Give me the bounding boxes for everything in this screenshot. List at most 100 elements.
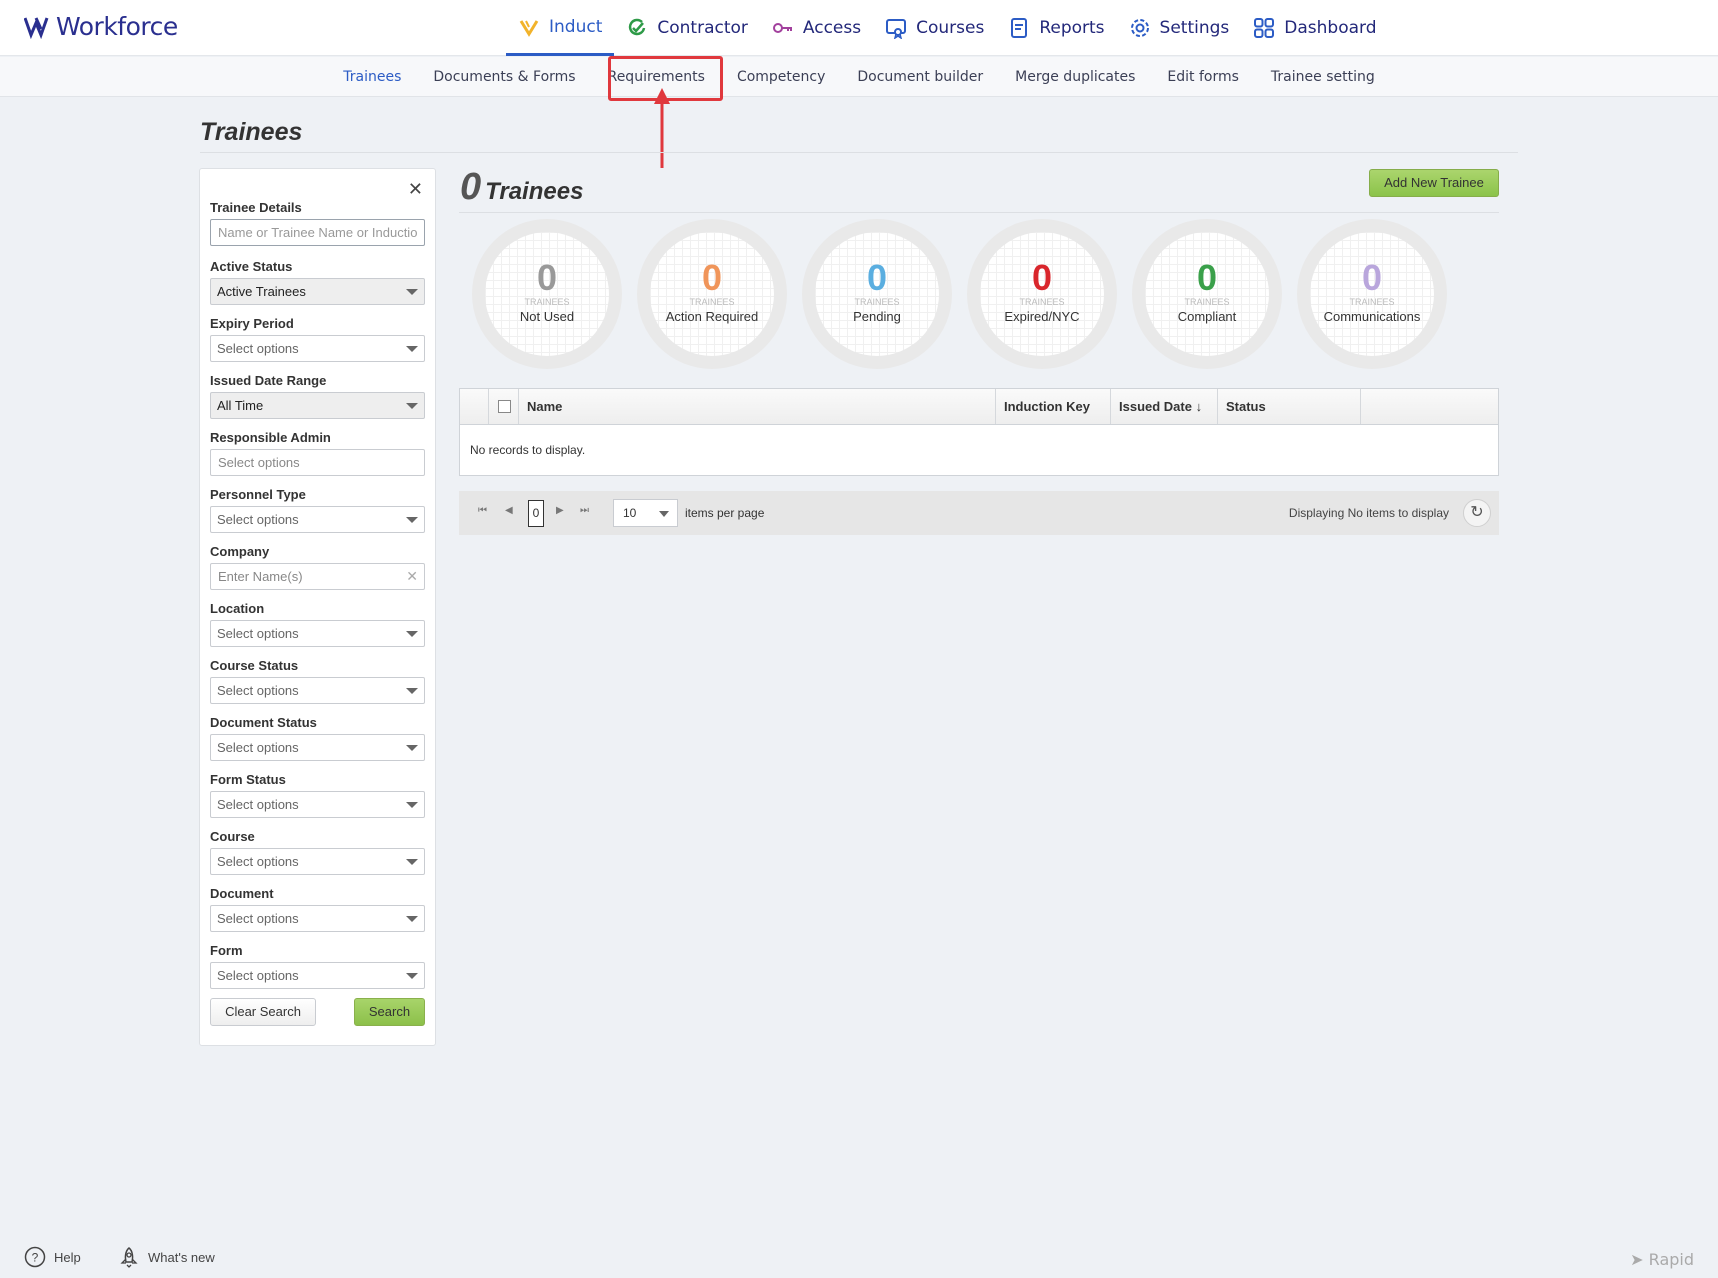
nav-label: Contractor [657,18,748,38]
subnav-document-builder[interactable]: Document builder [841,57,999,97]
personnel-type-select[interactable]: Select options [210,506,425,533]
last-page-icon[interactable]: ⏭ [580,505,589,516]
course-status-select[interactable]: Select options [210,677,425,704]
chevron-down-icon [406,916,418,922]
document-label: Document [210,886,274,901]
chevron-down-icon [406,688,418,694]
responsible-admin-placeholder: Select options [218,455,300,470]
current-page[interactable]: 0 [528,500,544,527]
stat-unit: TRAINEES [689,297,735,307]
display-info: Displaying No items to display [1288,506,1449,520]
chevron-down-icon [406,517,418,523]
help-link[interactable]: ? Help [24,1246,81,1268]
responsible-admin-field[interactable]: Select options [210,449,425,476]
trainee-count: 0 [460,166,482,208]
column-induction-key[interactable]: Induction Key [995,389,1110,424]
nav-dashboard[interactable]: Dashboard [1241,0,1388,56]
stat-value: 0 [1031,257,1053,298]
help-label: Help [54,1249,81,1265]
form-status-select[interactable]: Select options [210,791,425,818]
nav-label: Dashboard [1284,18,1377,38]
company-field[interactable]: Enter Name(s) ✕ [210,563,425,590]
stat-pending[interactable]: 0 TRAINEES Pending [802,219,952,369]
subnav-trainees[interactable]: Trainees [327,57,417,97]
reports-icon [1011,18,1028,38]
subnav-trainee-setting[interactable]: Trainee setting [1255,57,1391,97]
logo-text: Workforce [56,12,178,41]
next-page-icon[interactable]: ▶ [556,505,564,516]
dashboard-icon [1254,18,1275,38]
stat-value: 0 [701,257,723,298]
subnav-documents-forms[interactable]: Documents & Forms [417,57,591,97]
clear-icon[interactable]: ✕ [406,564,418,589]
search-button[interactable]: Search [354,998,425,1026]
rapid-brand-text: Rapid [1648,1250,1694,1269]
filter-panel: ✕ Trainee Details Active Status Active T… [199,168,436,1046]
items-per-page-label: items per page [685,506,765,520]
top-navigation-bar: Workforce Induct Contractor Access Cours… [0,0,1718,56]
clear-search-button[interactable]: Clear Search [210,998,316,1026]
column-status[interactable]: Status [1217,389,1360,424]
subnav-merge-duplicates[interactable]: Merge duplicates [999,57,1151,97]
trainee-details-field[interactable] [210,219,425,246]
page-size-select[interactable]: 10 [613,499,678,527]
column-name[interactable]: Name [518,389,955,424]
stat-caption: Communications [1323,309,1421,324]
whats-new-link[interactable]: What's new [118,1246,215,1268]
nav-settings[interactable]: Settings [1117,0,1242,56]
stat-value: 0 [866,257,888,298]
help-icon: ? [24,1246,46,1268]
document-select[interactable]: Select options [210,905,425,932]
nav-access[interactable]: Access [760,0,873,56]
close-icon[interactable]: ✕ [408,179,423,200]
trainee-count-label: Trainees [485,178,584,205]
chevron-down-icon [406,802,418,808]
active-status-select[interactable]: Active Trainees [210,278,425,305]
stat-unit: TRAINEES [1184,297,1230,307]
rapid-brand: ➤ Rapid [1630,1250,1694,1269]
personnel-type-label: Personnel Type [210,487,306,502]
stat-action-required[interactable]: 0 TRAINEES Action Required [637,219,787,369]
nav-induct[interactable]: Induct [506,0,615,56]
column-issued-date[interactable]: Issued Date ↓ [1110,389,1217,424]
responsible-admin-label: Responsible Admin [210,430,331,445]
workforce-logo[interactable]: Workforce [24,12,178,41]
select-all-checkbox[interactable] [498,400,511,413]
stat-not-used[interactable]: 0 TRAINEES Not Used [472,219,622,369]
expiry-period-select[interactable]: Select options [210,335,425,362]
add-new-trainee-button[interactable]: Add New Trainee [1369,169,1499,197]
nav-contractor[interactable]: Contractor [614,0,760,56]
page-size-value: 10 [623,506,637,520]
issued-date-range-value: All Time [217,398,264,413]
rocket-icon [120,1247,138,1268]
form-label: Form [210,943,243,958]
prev-page-icon[interactable]: ◀ [505,505,513,516]
issued-date-range-select[interactable]: All Time [210,392,425,419]
company-label: Company [210,544,270,559]
stat-caption: Compliant [1177,309,1237,324]
refresh-icon[interactable]: ↻ [1463,499,1491,527]
subnav-edit-forms[interactable]: Edit forms [1151,57,1255,97]
company-placeholder: Enter Name(s) [218,569,303,584]
stat-value: 0 [1361,257,1383,298]
gear-icon [1130,19,1149,37]
stat-expired-nyc[interactable]: 0 TRAINEES Expired/NYC [967,219,1117,369]
nav-courses[interactable]: Courses [873,0,996,56]
trainee-details-label: Trainee Details [210,200,302,215]
course-select[interactable]: Select options [210,848,425,875]
document-status-select[interactable]: Select options [210,734,425,761]
active-status-value: Active Trainees [217,284,306,299]
location-select[interactable]: Select options [210,620,425,647]
page-title: Trainees [200,118,303,146]
form-select[interactable]: Select options [210,962,425,989]
trainee-details-input[interactable] [218,225,418,240]
stat-unit: TRAINEES [1349,297,1395,307]
expiry-period-label: Expiry Period [210,316,294,331]
first-page-icon[interactable]: ⏮ [478,505,487,516]
trainees-table: Name Induction Key Issued Date ↓ Status … [459,388,1499,476]
stat-compliant[interactable]: 0 TRAINEES Compliant [1132,219,1282,369]
chevron-down-icon [406,403,418,409]
stat-communications[interactable]: 0 TRAINEES Communications [1297,219,1447,369]
nav-reports[interactable]: Reports [996,0,1116,56]
subnav-competency[interactable]: Competency [721,57,841,97]
